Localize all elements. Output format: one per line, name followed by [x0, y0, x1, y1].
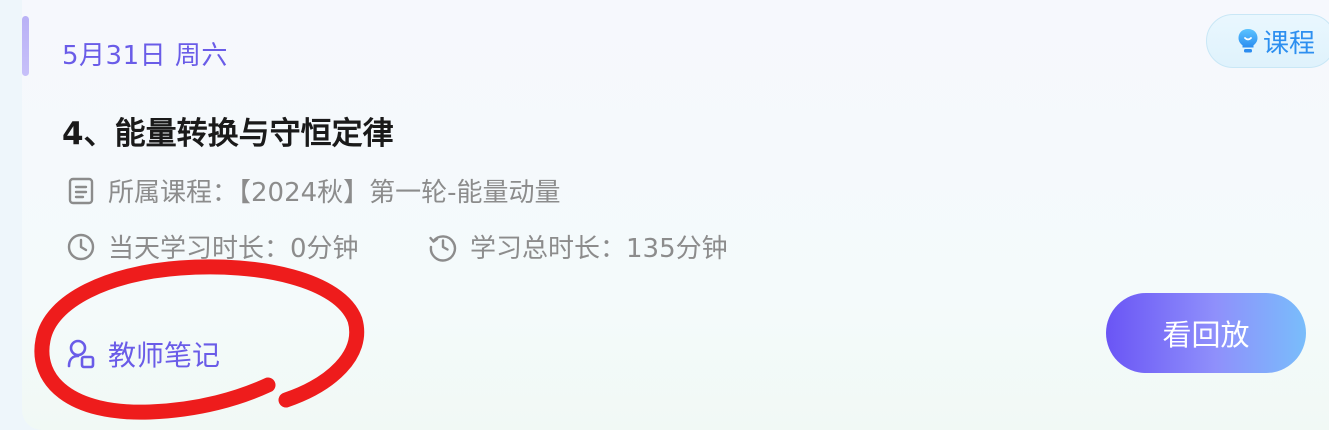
course-tag: 课程 [1206, 14, 1329, 68]
today-duration-info: 当天学习时长：0分钟 [66, 228, 359, 265]
history-clock-icon [428, 232, 458, 262]
lesson-card[interactable]: 5月31日 周六 课程 4、能量转换与守恒定律 所属课程：【2024秋】第一轮-… [22, 0, 1329, 430]
document-icon [66, 176, 96, 206]
teacher-notes-link[interactable]: 教师笔记 [66, 334, 220, 374]
total-duration-info: 学习总时长：135分钟 [428, 228, 728, 265]
lesson-title: 4、能量转换与守恒定律 [62, 116, 394, 152]
clock-icon [66, 232, 96, 262]
course-info-text: 所属课程：【2024秋】第一轮-能量动量 [108, 178, 561, 208]
course-tag-label: 课程 [1263, 28, 1316, 59]
course-info: 所属课程：【2024秋】第一轮-能量动量 [66, 172, 561, 209]
today-duration-text: 当天学习时长：0分钟 [108, 234, 359, 264]
teacher-notes-label: 教师笔记 [108, 339, 221, 372]
card-accent-bar [22, 16, 29, 76]
lesson-date: 5月31日 周六 [62, 41, 228, 71]
teacher-notes-icon [66, 338, 96, 370]
lightbulb-icon [1237, 28, 1259, 54]
total-duration-text: 学习总时长：135分钟 [470, 234, 728, 264]
watch-replay-button[interactable]: 看回放 [1106, 293, 1306, 373]
